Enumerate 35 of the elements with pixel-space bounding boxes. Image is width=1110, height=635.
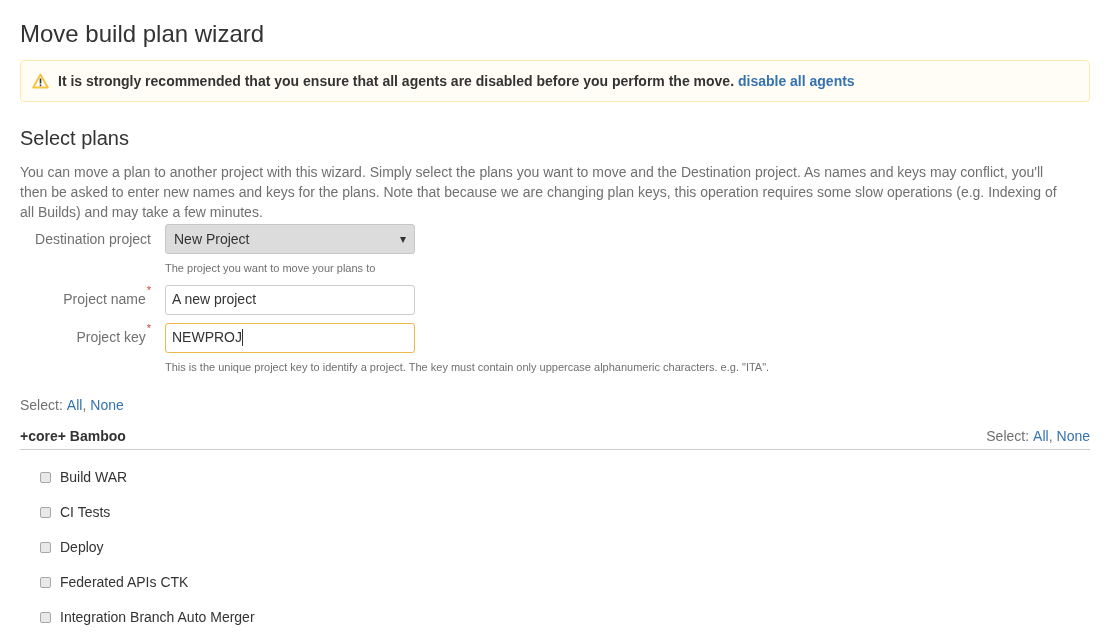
plan-label: Build WAR — [60, 468, 128, 487]
field-hint: This is the unique project key to identify a project. The key must contain only uppercase alphanumeric characters. e.g. "ITA". — [165, 359, 771, 375]
select-all-link[interactable]: All — [1033, 426, 1049, 447]
plan-checkbox[interactable] — [40, 612, 51, 623]
page-title: Move build plan wizard — [20, 19, 266, 49]
project-group-name: +core+ Bamboo — [20, 427, 126, 446]
text-input[interactable]: NEWPROJ — [165, 322, 415, 353]
field-hint: The project you want to move your plans to — [165, 261, 377, 276]
plan-label: CI Tests — [60, 503, 111, 522]
plan-label: Federated APIs CTK — [60, 573, 189, 592]
destination-select[interactable]: New Project ▾ — [165, 224, 415, 254]
field-label: Project name — [63, 290, 146, 309]
warning-message: It is strongly recommended that you ensure that all agents are disabled before you perform the move. disable all agents — [58, 71, 855, 91]
section-title: Select plans — [20, 126, 130, 151]
select-label: Select: — [986, 427, 1030, 446]
text-input[interactable]: A new project — [165, 284, 415, 315]
plan-checkbox[interactable] — [40, 507, 51, 518]
plan-label: Deploy — [60, 538, 104, 557]
plan-checkbox[interactable] — [40, 542, 51, 553]
plan-label: Integration Branch Auto Merger — [60, 608, 255, 627]
text-cursor — [242, 329, 243, 346]
select-none-link[interactable]: None — [90, 395, 124, 416]
select-label: Select: — [20, 396, 63, 415]
comma-separator: , — [82, 396, 87, 415]
plan-checkbox[interactable] — [40, 577, 51, 588]
field-label: Destination project — [35, 229, 151, 249]
select-none-link[interactable]: None — [1056, 426, 1090, 447]
required-asterisk: * — [146, 323, 151, 334]
plan-checkbox[interactable] — [40, 472, 51, 483]
warning-icon — [32, 73, 49, 89]
comma-separator: , — [1048, 427, 1053, 446]
disable-agents-link[interactable]: disable all agents — [737, 72, 855, 89]
section-description: You can move a plan to another project with this wizard. Simply select the plans you want to move and the Destination project. As names and keys may conflict, you'll then be asked to enter new names and keys for the plans. Note that because we are changing plan keys, this operation requires some slow operations (e.g. Indexing of all Builds) and may take a few minutes. — [20, 163, 1058, 222]
required-asterisk: * — [146, 285, 151, 296]
field-label: Project key — [76, 328, 146, 347]
